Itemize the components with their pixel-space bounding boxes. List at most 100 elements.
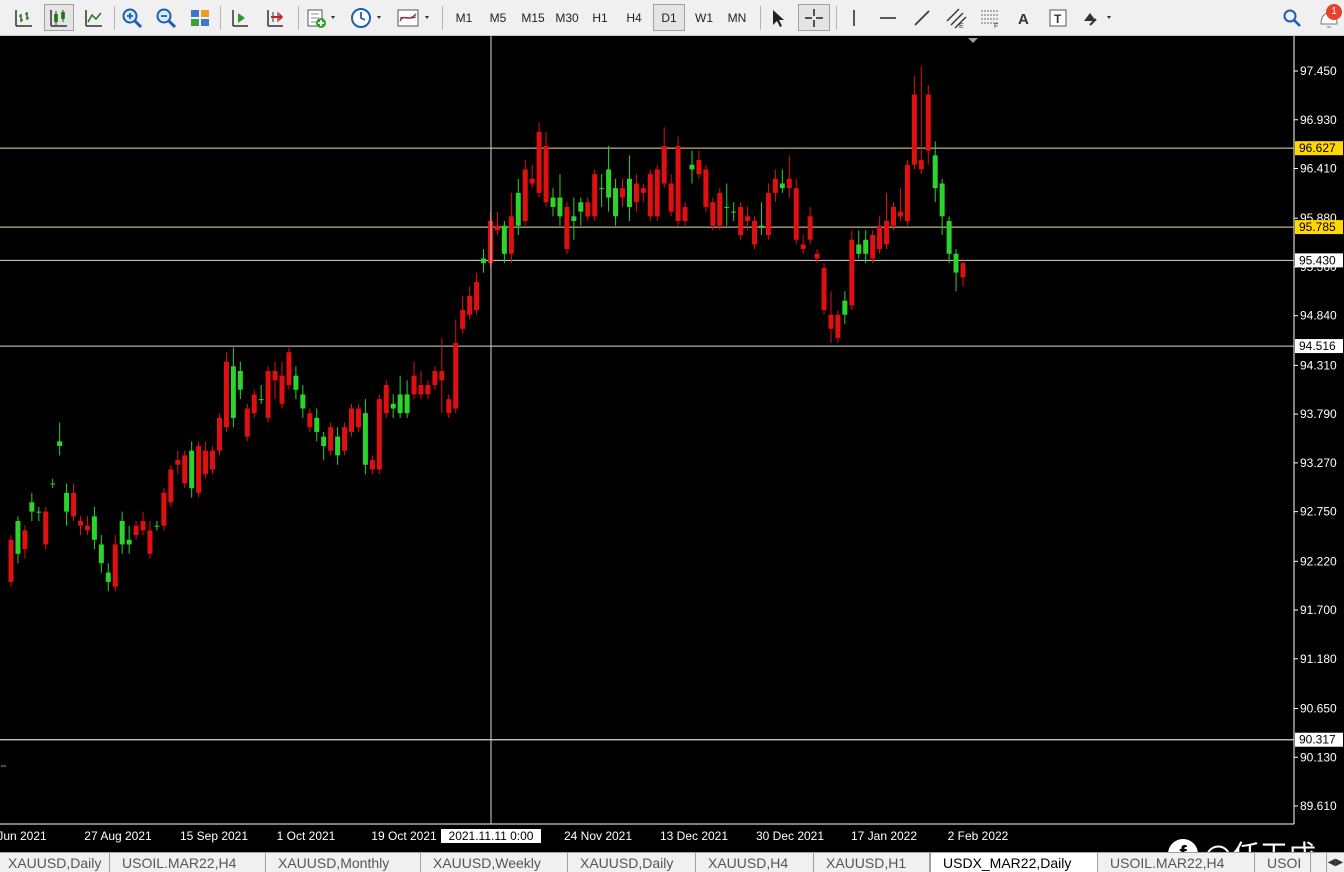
- zoom-in-icon[interactable]: [118, 4, 146, 31]
- price-axis-label: 90.650: [1300, 702, 1337, 716]
- candle-body: [932, 155, 938, 189]
- price-axis-label: 90.130: [1300, 750, 1337, 764]
- candle-body: [647, 174, 653, 217]
- line-chart-icon[interactable]: [80, 4, 108, 31]
- candle-body: [22, 530, 28, 550]
- text-label-icon[interactable]: T: [1044, 4, 1072, 31]
- candle-body: [383, 385, 389, 414]
- trendline-icon[interactable]: [908, 4, 936, 31]
- candle-body: [161, 492, 167, 526]
- candle-body: [91, 516, 97, 540]
- candle-body: [870, 235, 876, 259]
- notification-icon[interactable]: 1: [1318, 4, 1342, 31]
- candle-body: [946, 221, 952, 254]
- text-icon[interactable]: A: [1010, 4, 1038, 31]
- candle-body: [640, 188, 646, 193]
- candle-body: [807, 216, 813, 240]
- candle-body: [654, 169, 660, 217]
- vertical-line-icon[interactable]: [840, 4, 868, 31]
- candle-body: [953, 253, 959, 273]
- candle-body: [467, 296, 473, 315]
- chart-tab[interactable]: USOIL.MAR22,H4: [1098, 853, 1255, 872]
- autoscroll-icon[interactable]: [260, 4, 290, 31]
- candle-body: [592, 174, 598, 217]
- candle-body: [710, 202, 716, 226]
- timeframe-d1[interactable]: D1: [653, 4, 685, 31]
- tabs-scroll-arrow-icon[interactable]: ◀▶: [1326, 853, 1344, 872]
- price-axis-label: 97.450: [1300, 64, 1337, 78]
- candle-body: [369, 460, 375, 470]
- chart-shift-marker: [968, 38, 978, 43]
- indicators-icon[interactable]: [394, 4, 434, 31]
- chart-tab[interactable]: XAUUSD,Daily: [568, 853, 696, 872]
- candle-body: [786, 178, 792, 189]
- candle-body: [835, 314, 841, 339]
- zoom-out-icon[interactable]: [152, 4, 180, 31]
- timeframe-w1[interactable]: W1: [689, 4, 719, 31]
- chart-canvas: 97.45096.93096.41095.88095.36094.84094.3…: [0, 36, 1343, 843]
- candle-body: [800, 244, 806, 250]
- candle-body: [814, 253, 820, 259]
- price-axis-label: 94.310: [1300, 358, 1337, 372]
- bar-chart-icon[interactable]: [10, 4, 38, 31]
- candle-body: [432, 371, 438, 386]
- candle-body: [738, 206, 744, 236]
- new-order-icon[interactable]: [304, 4, 340, 31]
- candle-body: [675, 146, 681, 221]
- candle-body: [418, 385, 424, 395]
- tile-windows-icon[interactable]: [186, 4, 214, 31]
- chart-tab[interactable]: USOI: [1255, 853, 1311, 872]
- horizontal-line-icon[interactable]: [874, 4, 902, 31]
- search-icon[interactable]: [1278, 4, 1306, 31]
- arrows-icon[interactable]: [1078, 4, 1118, 31]
- crosshair-time-label: 2021.11.11 0:00: [449, 829, 534, 843]
- candle-body: [626, 178, 632, 207]
- candle-body: [515, 192, 521, 226]
- candle-body: [105, 572, 111, 582]
- candle-body: [599, 188, 605, 190]
- chart-tab[interactable]: USDX_MAR22,Daily: [930, 853, 1098, 872]
- candle-body: [543, 146, 549, 203]
- candle-body: [411, 375, 417, 395]
- candle-body: [911, 94, 917, 165]
- chart-tab[interactable]: XAUUSD,Weekly: [421, 853, 568, 872]
- timeframe-h4[interactable]: H4: [619, 4, 649, 31]
- timeframe-m30[interactable]: M30: [551, 4, 583, 31]
- chart-tab[interactable]: XAUUSD,Daily: [0, 853, 110, 872]
- candle-body: [126, 539, 132, 545]
- timeframe-m1[interactable]: M1: [449, 4, 479, 31]
- candle-body: [564, 206, 570, 250]
- candle-body: [522, 169, 528, 221]
- candle-body: [119, 521, 125, 545]
- candle-body: [376, 399, 382, 470]
- chart-tab[interactable]: XAUUSD,Monthly: [266, 853, 421, 872]
- clock-icon[interactable]: [348, 4, 386, 31]
- price-chart[interactable]: 97.45096.93096.41095.88095.36094.84094.3…: [0, 36, 1344, 872]
- svg-text:A: A: [1018, 11, 1029, 28]
- chart-tab[interactable]: XAUUSD,H4: [696, 853, 814, 872]
- timeframe-m15[interactable]: M15: [517, 4, 549, 31]
- timeframe-mn[interactable]: MN: [721, 4, 753, 31]
- fibonacci-icon[interactable]: F: [976, 4, 1004, 31]
- candle-body: [668, 183, 674, 212]
- candle-body: [64, 492, 70, 512]
- crosshair-icon[interactable]: [798, 4, 830, 31]
- candle-body: [856, 244, 862, 254]
- candle-body: [918, 160, 924, 170]
- chart-tab[interactable]: USOIL.MAR22,H4: [110, 853, 266, 872]
- candle-body: [487, 221, 493, 264]
- candle-body: [557, 197, 563, 217]
- candle-body: [842, 300, 848, 315]
- equidistant-channel-icon[interactable]: E: [942, 4, 970, 31]
- candle-body: [50, 483, 56, 485]
- candle-body: [682, 206, 688, 221]
- candle-body: [939, 183, 945, 217]
- timeframe-m5[interactable]: M5: [483, 4, 513, 31]
- timeframe-h1[interactable]: H1: [585, 4, 615, 31]
- candle-body: [877, 225, 883, 250]
- time-axis-label: 2 Feb 2022: [948, 829, 1009, 843]
- chart-shift-icon[interactable]: [226, 4, 254, 31]
- candlestick-chart-icon[interactable]: [44, 4, 74, 31]
- cursor-icon[interactable]: [764, 4, 792, 31]
- chart-tab[interactable]: XAUUSD,H1: [814, 853, 930, 872]
